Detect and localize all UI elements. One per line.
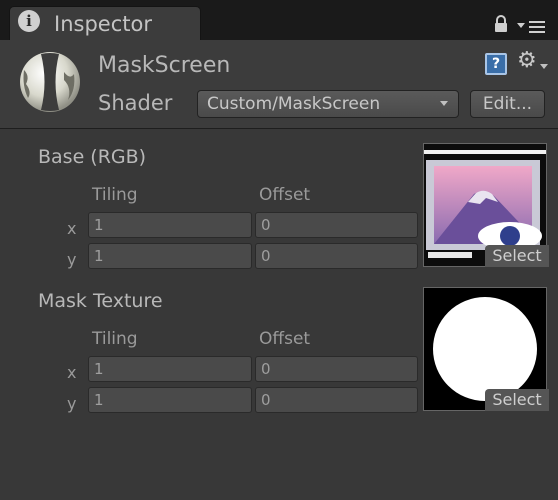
axis-y-label: y (67, 394, 77, 413)
tiling-x-field[interactable]: 1 (88, 212, 252, 238)
offset-y-field[interactable]: 0 (255, 243, 418, 269)
lock-icon[interactable] (494, 15, 508, 33)
gear-icon[interactable]: ⚙ (517, 48, 537, 73)
offset-label: Offset (259, 185, 311, 205)
material-preview-icon (20, 52, 80, 112)
panel-menu-icon[interactable] (517, 18, 549, 34)
select-texture-button[interactable]: Select (485, 245, 549, 267)
offset-label: Offset (259, 329, 311, 349)
chevron-down-icon (440, 101, 448, 106)
select-texture-button[interactable]: Select (485, 389, 549, 411)
tiling-x-field[interactable]: 1 (88, 356, 252, 382)
tiling-label: Tiling (92, 329, 138, 349)
axis-y-label: y (67, 250, 77, 269)
info-icon: i (18, 10, 40, 32)
property-title: Base (RGB) (38, 146, 147, 168)
tiling-label: Tiling (92, 185, 138, 205)
shader-dropdown[interactable]: Custom/MaskScreen (197, 90, 459, 118)
axis-x-label: x (67, 219, 77, 238)
tiling-y-field[interactable]: 1 (88, 243, 252, 269)
shader-label: Shader (98, 91, 173, 115)
tiling-y-field[interactable]: 1 (88, 387, 252, 413)
gear-dropdown-arrow-icon (540, 64, 548, 69)
offset-x-field[interactable]: 0 (255, 212, 418, 238)
tab-title: Inspector (54, 12, 152, 36)
edit-shader-button[interactable]: Edit... (470, 90, 545, 118)
offset-x-field[interactable]: 0 (255, 356, 418, 382)
offset-y-field[interactable]: 0 (255, 387, 418, 413)
help-icon[interactable]: ? (485, 53, 507, 75)
axis-x-label: x (67, 363, 77, 382)
material-name: MaskScreen (98, 53, 231, 78)
property-title: Mask Texture (38, 290, 163, 312)
